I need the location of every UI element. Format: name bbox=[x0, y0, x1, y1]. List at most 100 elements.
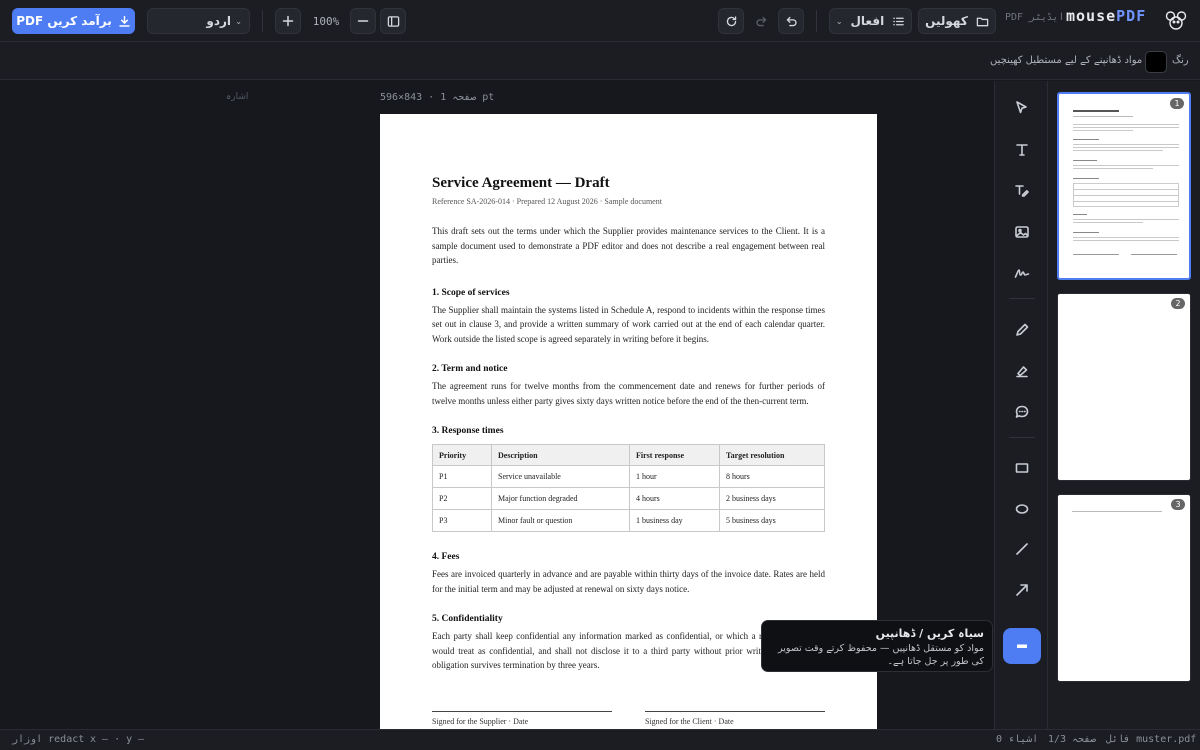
thumb-line bbox=[1073, 195, 1179, 196]
signature-caption: Signed for the Client · Date bbox=[645, 717, 734, 726]
thumb-line bbox=[1073, 139, 1099, 140]
zoom-out-button[interactable] bbox=[350, 8, 376, 34]
page-thumbnail-1[interactable]: 1 bbox=[1057, 92, 1191, 280]
rectangle-tool[interactable] bbox=[1003, 450, 1041, 486]
image-icon bbox=[1015, 226, 1029, 238]
logo-accent: PDF bbox=[1116, 7, 1147, 25]
tooltip-body: مواد کو مستقل ڈھانپیں — محفوظ کرتے وقت ت… bbox=[778, 643, 984, 667]
ellipse-icon bbox=[1015, 504, 1029, 514]
status-coords: x — · y — bbox=[90, 734, 145, 745]
page-number-badge: 2 bbox=[1171, 298, 1185, 309]
image-tool[interactable] bbox=[1003, 214, 1041, 250]
tool-rail bbox=[994, 81, 1048, 729]
open-file-button[interactable]: کھولیں bbox=[918, 8, 996, 34]
refresh-button[interactable] bbox=[718, 8, 744, 34]
thumb-line bbox=[1073, 254, 1119, 255]
thumb-line bbox=[1073, 214, 1087, 215]
language-select[interactable]: اردو ⌄ bbox=[147, 8, 250, 34]
thumb-line bbox=[1073, 144, 1179, 145]
table-header: Target resolution bbox=[719, 444, 825, 466]
arrow-tool[interactable] bbox=[1003, 572, 1041, 608]
app-logo-text: mouse PDF bbox=[1066, 7, 1146, 25]
comment-tool[interactable] bbox=[1003, 394, 1041, 430]
page-thumbnail-3[interactable]: 3 bbox=[1057, 494, 1191, 682]
table-cell: 4 hours bbox=[629, 487, 720, 510]
export-pdf-button[interactable]: PDF برآمد کریں bbox=[12, 8, 135, 34]
sidebar-icon bbox=[387, 15, 399, 27]
mouse-logo-icon bbox=[1164, 9, 1188, 33]
table-header-row: Priority Description First response Targ… bbox=[432, 444, 825, 466]
zoom-level: 100% bbox=[312, 14, 340, 28]
app-subtitle: PDF ایڈیٹر bbox=[1005, 12, 1065, 23]
table-row: P2 Major function degraded 4 hours 2 bus… bbox=[432, 487, 825, 510]
page-number-badge: 3 bbox=[1171, 499, 1185, 510]
document-title: Service Agreement — Draft bbox=[432, 175, 610, 191]
thumb-line bbox=[1073, 160, 1097, 161]
actions-menu-button[interactable]: ⌄ افعال bbox=[829, 8, 912, 34]
redo-button[interactable] bbox=[748, 8, 774, 34]
color-swatch[interactable] bbox=[1145, 51, 1167, 73]
page-content: Service Agreement — Draft Reference SA-2… bbox=[432, 175, 825, 673]
signature-icon bbox=[1014, 269, 1030, 278]
arrow-icon bbox=[1016, 584, 1028, 596]
table-cell: P3 bbox=[432, 509, 492, 532]
thumb-line bbox=[1073, 240, 1179, 241]
highlighter-tool[interactable] bbox=[1003, 353, 1041, 389]
edit-text-tool[interactable] bbox=[1003, 173, 1041, 209]
divider bbox=[816, 10, 817, 32]
rectangle-icon bbox=[1015, 463, 1029, 473]
pen-tool[interactable] bbox=[1003, 312, 1041, 348]
page-number-badge: 1 bbox=[1170, 98, 1184, 109]
table-cell: P1 bbox=[432, 465, 492, 488]
language-value: اردو bbox=[206, 14, 231, 28]
actions-label: افعال bbox=[850, 14, 885, 28]
thumb-line bbox=[1073, 124, 1179, 125]
top-toolbar: PDF برآمد کریں اردو ⌄ 100% ⌄ افعال کھولی… bbox=[0, 0, 1200, 42]
table-cell: 5 business days bbox=[719, 509, 825, 532]
thumb-line bbox=[1073, 189, 1179, 190]
status-file: فائل muster.pdf bbox=[1106, 734, 1197, 745]
open-label: کھولیں bbox=[925, 14, 968, 28]
status-tool: اوزار redact bbox=[12, 734, 85, 745]
thumb-line bbox=[1073, 127, 1179, 128]
ellipse-tool[interactable] bbox=[1003, 491, 1041, 527]
text-tool[interactable] bbox=[1003, 132, 1041, 168]
zoom-in-button[interactable] bbox=[275, 8, 301, 34]
table-row: P3 Minor fault or question 1 business da… bbox=[432, 509, 825, 532]
signature-caption: Signed for the Supplier · Date bbox=[432, 717, 529, 726]
table-header: First response bbox=[629, 444, 720, 466]
undo-icon bbox=[786, 16, 797, 26]
thumb-line bbox=[1073, 219, 1179, 220]
status-page: صفحہ 1/3 bbox=[1048, 734, 1097, 745]
divider bbox=[262, 10, 263, 32]
table-header: Priority bbox=[432, 444, 492, 466]
line-tool[interactable] bbox=[1003, 531, 1041, 567]
workspace-hint: اشارہ bbox=[226, 92, 249, 102]
chevron-down-icon: ⌄ bbox=[235, 16, 242, 26]
thumb-line bbox=[1073, 168, 1153, 169]
select-tool[interactable] bbox=[1003, 90, 1041, 126]
table-row: P1 Service unavailable 1 hour 8 hours bbox=[432, 465, 825, 488]
undo-button[interactable] bbox=[778, 8, 804, 34]
select-icon bbox=[1016, 101, 1027, 114]
tool-options-bar: رنگ مواد ڈھانپنے کے لیے مستطیل کھینچیں bbox=[0, 42, 1200, 80]
redact-tool[interactable] bbox=[1003, 628, 1041, 664]
color-label: رنگ bbox=[1172, 55, 1189, 66]
download-icon bbox=[119, 15, 130, 27]
thumb-line bbox=[1131, 254, 1177, 255]
signature-tool[interactable] bbox=[1003, 255, 1041, 291]
status-objects: اشیاء 0 bbox=[996, 734, 1039, 745]
export-label: PDF برآمد کریں bbox=[16, 14, 112, 28]
table-cell: P2 bbox=[432, 487, 492, 510]
thumb-line bbox=[1073, 110, 1119, 112]
divider bbox=[1009, 437, 1035, 438]
table-cell: 8 hours bbox=[719, 465, 825, 488]
toggle-sidebar-button[interactable] bbox=[380, 8, 406, 34]
thumb-line bbox=[1073, 232, 1099, 233]
page-thumbnail-2[interactable]: 2 bbox=[1057, 293, 1191, 481]
page-meta: صفحہ 1 · 843×596 pt bbox=[380, 92, 495, 103]
section-paragraph: The Supplier shall maintain the systems … bbox=[432, 304, 825, 344]
refresh-icon bbox=[726, 15, 736, 26]
section-heading: 2. Term and notice bbox=[432, 364, 508, 374]
edit-text-icon bbox=[1015, 185, 1029, 197]
